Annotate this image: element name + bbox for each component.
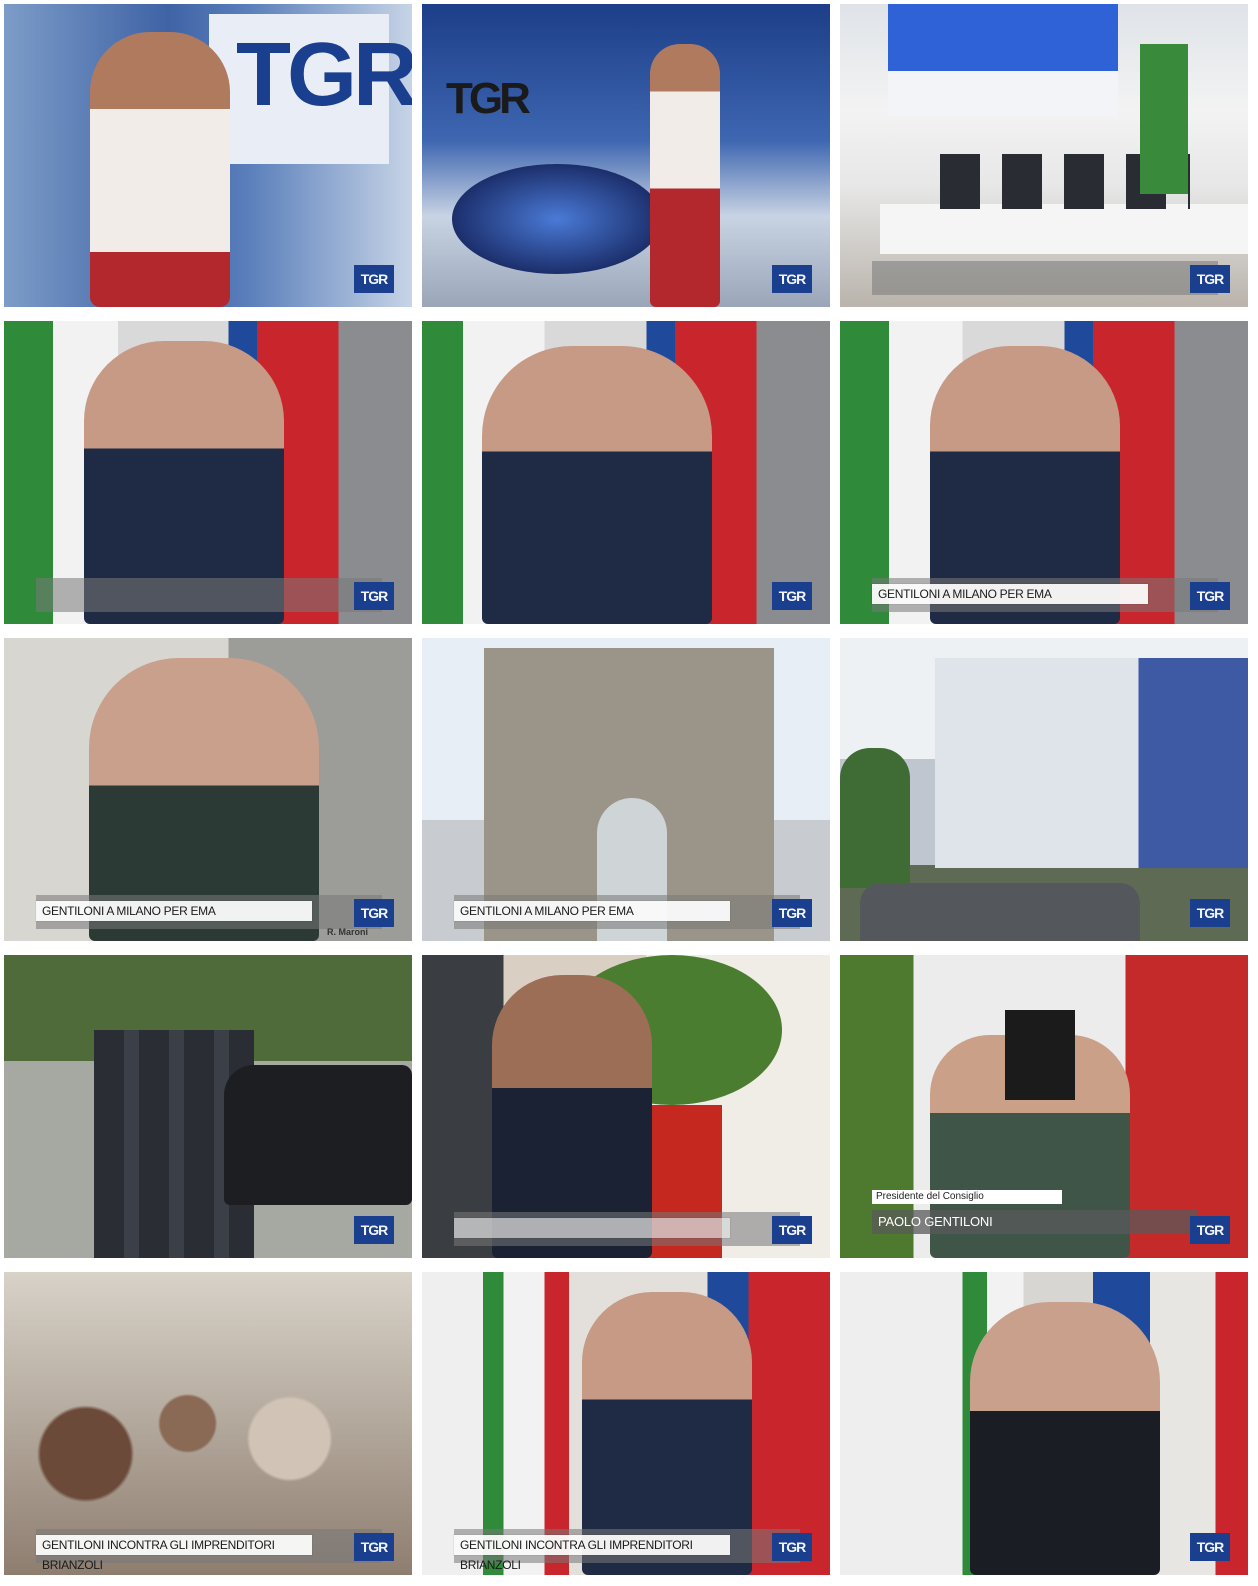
tgr-logo: TGR <box>354 1533 394 1561</box>
tgr-logo: TGR <box>772 1216 812 1244</box>
frame-6: GENTILONI A MILANO PER EMA TGR <box>840 321 1248 624</box>
frame-2: TGR TGR <box>422 4 830 307</box>
lower-third-caption: GENTILONI A MILANO PER EMA <box>872 584 1148 604</box>
frame-15: TGR <box>840 1272 1248 1575</box>
lower-third-caption: GENTILONI A MILANO PER EMA <box>454 901 730 921</box>
tgr-logo: TGR <box>1190 1216 1230 1244</box>
frame-1: TGR TGR <box>4 4 412 307</box>
frame-9: TGR <box>840 638 1248 941</box>
frame-13: GENTILONI INCONTRA GLI IMPRENDITORI BRIA… <box>4 1272 412 1575</box>
car-blur <box>860 883 1140 941</box>
tgr-logo: TGR <box>1190 265 1230 293</box>
tgr-logo: TGR <box>1190 899 1230 927</box>
tgr-logo: TGR <box>772 899 812 927</box>
office-building <box>935 658 1248 868</box>
frame-8: GENTILONI A MILANO PER EMA TGR <box>422 638 830 941</box>
contact-sheet: TGR TGR TGR TGR TGR TGR TGR GENTILONI A … <box>0 0 1258 1586</box>
frame-12: Presidente del Consiglio PAOLO GENTILONI… <box>840 955 1248 1258</box>
caption-strip <box>36 578 382 612</box>
projection-screen <box>888 4 1118 116</box>
tgr-logo: TGR <box>354 265 394 293</box>
lower-third-caption: GENTILONI A MILANO PER EMA <box>36 901 312 921</box>
tgr-logo: TGR <box>1190 1533 1230 1561</box>
tgr-logo: TGR <box>772 582 812 610</box>
frame-7: GENTILONI A MILANO PER EMA R. Maroni TGR <box>4 638 412 941</box>
studio-logo-text: TGR <box>236 25 412 125</box>
frame-4: TGR <box>4 321 412 624</box>
frame-5: TGR <box>422 321 830 624</box>
lower-third-caption: GENTILONI INCONTRA GLI IMPRENDITORI BRIA… <box>454 1535 730 1572</box>
studio-scene <box>422 4 830 307</box>
camera <box>1005 1010 1075 1100</box>
studio-logo-text: TGR <box>446 74 531 123</box>
tgr-logo: TGR <box>772 265 812 293</box>
studio-desk <box>452 164 662 274</box>
tgr-logo: TGR <box>772 1533 812 1561</box>
anchor-figure <box>650 44 720 307</box>
frame-11: TGR <box>422 955 830 1258</box>
lower-third-title: Presidente del Consiglio <box>872 1190 1062 1204</box>
tgr-logo: TGR <box>354 1216 394 1244</box>
lower-third-name: PAOLO GENTILONI <box>872 1210 1198 1234</box>
regional-banner <box>1140 44 1188 194</box>
interviewee-figure <box>970 1302 1160 1575</box>
frame-3: TGR <box>840 4 1248 307</box>
podium-table <box>880 204 1248 254</box>
frame-10: TGR <box>4 955 412 1258</box>
black-car <box>224 1065 412 1205</box>
frame-14: GENTILONI INCONTRA GLI IMPRENDITORI BRIA… <box>422 1272 830 1575</box>
lower-third-caption <box>454 1218 730 1238</box>
speaker-figure <box>482 346 712 624</box>
anchor-figure <box>90 32 230 307</box>
trees <box>840 748 910 888</box>
speaker-name-tag: R. Maroni <box>326 927 368 937</box>
tgr-logo: TGR <box>354 582 394 610</box>
lower-third-caption: GENTILONI INCONTRA GLI IMPRENDITORI BRIA… <box>36 1535 312 1572</box>
tgr-logo: TGR <box>1190 582 1230 610</box>
tgr-logo: TGR <box>354 899 394 927</box>
caption-strip <box>872 261 1218 295</box>
